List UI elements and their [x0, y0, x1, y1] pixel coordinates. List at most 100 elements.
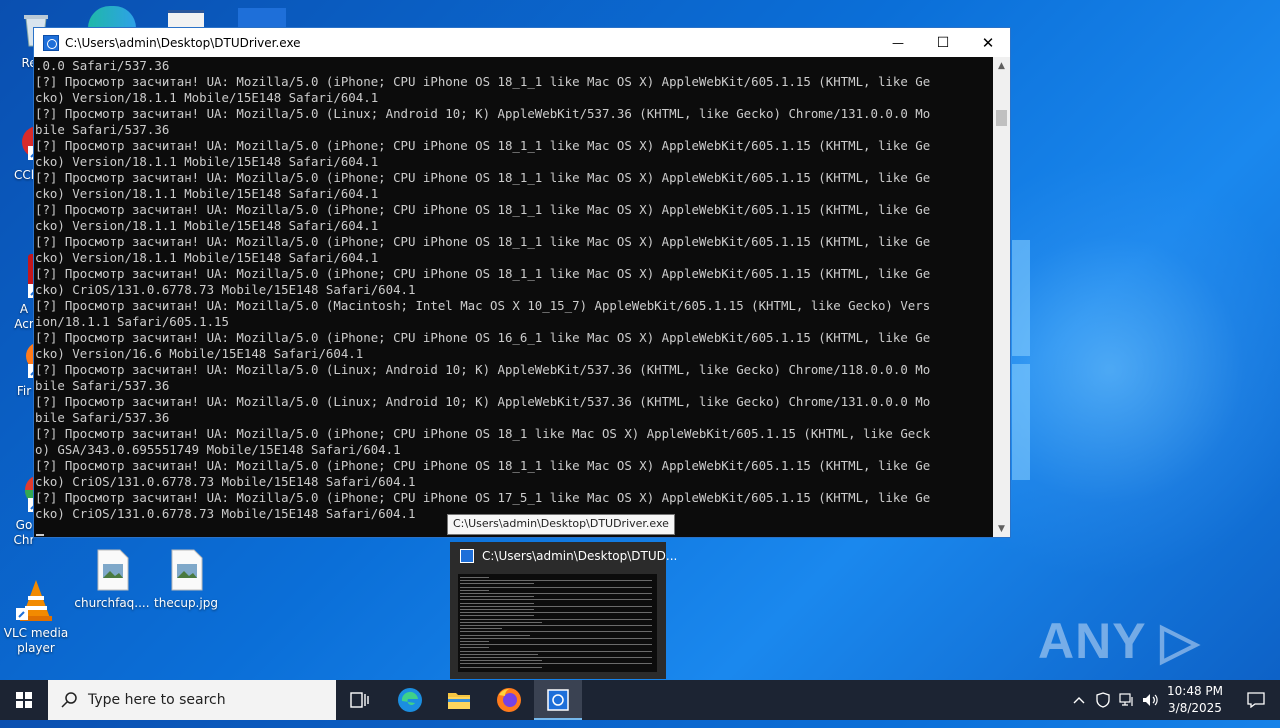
close-button[interactable]: ✕: [965, 28, 1011, 57]
preview-line: [460, 618, 652, 620]
preview-line: [460, 589, 489, 591]
windows-start-icon: [16, 692, 32, 708]
task-view-button[interactable]: [336, 680, 384, 720]
taskbar-edge-button[interactable]: [386, 680, 434, 720]
action-center-button[interactable]: [1232, 680, 1280, 720]
preview-line: [460, 637, 652, 639]
console-line: [?] Просмотр засчитан! UA: Mozilla/5.0 (…: [35, 330, 931, 345]
app-desktop-icon-partial[interactable]: [238, 8, 286, 28]
console-cursor: [36, 534, 44, 536]
scrollbar-thumb[interactable]: [996, 110, 1007, 126]
console-scrollbar[interactable]: ▲ ▼: [993, 57, 1010, 537]
desktop-icon-label: CCl: [13, 168, 35, 182]
console-app-icon[interactable]: [43, 34, 59, 51]
start-button[interactable]: [0, 680, 48, 720]
preview-line: [460, 641, 489, 642]
preview-line: [460, 634, 531, 636]
desktop-icon-label: VLC media player: [3, 626, 69, 655]
folder-icon: [448, 693, 470, 709]
search-placeholder: Type here to search: [88, 692, 226, 708]
preview-line: [460, 631, 652, 633]
minimize-button[interactable]: —: [875, 28, 921, 57]
taskbar-tooltip: C:\Users\admin\Desktop\DTUDriver.exe: [447, 514, 675, 535]
preview-title-row: C:\Users\admin\Desktop\DTUD...: [460, 549, 677, 563]
taskbar-firefox-button[interactable]: [485, 680, 533, 720]
tray-security-button[interactable]: [1092, 680, 1114, 720]
preview-line: [460, 660, 542, 662]
close-icon: ✕: [981, 33, 995, 52]
taskbar: Type here to search 10:48 PM 3/8/2025: [0, 680, 1280, 720]
tray-volume-button[interactable]: [1140, 680, 1162, 720]
console-line: ion/18.1.1 Safari/605.1.15: [35, 314, 229, 329]
desktop-icon-label: Go Chr: [13, 518, 35, 547]
scroll-up-icon[interactable]: ▲: [993, 57, 1010, 74]
console-line: cko) CriOS/131.0.6778.73 Mobile/15E148 S…: [35, 474, 416, 489]
network-icon: [1119, 693, 1133, 706]
preview-line: [460, 577, 489, 578]
preview-line: [460, 647, 489, 649]
preview-line: [460, 602, 534, 604]
console-line: cko) Version/18.1.1 Mobile/15E148 Safari…: [35, 218, 379, 233]
volume-icon: [1143, 694, 1158, 706]
console-line: [?] Просмотр засчитан! UA: Mozilla/5.0 (…: [35, 362, 931, 377]
desktop-icon-thecup[interactable]: thecup.jpg: [148, 548, 224, 611]
chevron-up-icon: [1073, 697, 1085, 704]
desktop-icon-churchfaq[interactable]: churchfaq....: [74, 548, 150, 611]
minimize-icon: —: [892, 35, 904, 50]
edge-icon: [398, 688, 422, 712]
console-line: [?] Просмотр засчитан! UA: Mozilla/5.0 (…: [35, 298, 931, 313]
taskbar-file-explorer-button[interactable]: [435, 680, 483, 720]
preview-line: [460, 666, 542, 668]
clock-date: 3/8/2025: [1168, 701, 1222, 715]
preview-line: [460, 644, 652, 646]
preview-line: [460, 599, 652, 601]
search-icon: [61, 692, 77, 708]
preview-line: [460, 612, 652, 614]
console-output[interactable]: .0.0 Safari/537.36 [?] Просмотр засчитан!…: [35, 58, 995, 536]
console-line: bile Safari/537.36: [35, 378, 170, 393]
console-line: [?] Просмотр засчитан! UA: Mozilla/5.0 (…: [35, 394, 931, 409]
tray-network-button[interactable]: [1116, 680, 1138, 720]
preview-line: [460, 657, 652, 658]
preview-title: C:\Users\admin\Desktop\DTUD...: [482, 549, 678, 563]
desktop-icon-label: thecup.jpg: [154, 596, 218, 610]
console-line: [?] Просмотр засчитан! UA: Mozilla/5.0 (…: [35, 426, 931, 441]
preview-line: [460, 605, 652, 607]
console-line: [?] Просмотр засчитан! UA: Mozilla/5.0 (…: [35, 266, 931, 281]
console-line: [?] Просмотр засчитан! UA: Mozilla/5.0 (…: [35, 74, 931, 89]
image-file-icon: [164, 548, 208, 592]
preview-line: [460, 653, 539, 655]
preview-line: [460, 615, 534, 617]
show-hidden-icons-button[interactable]: [1068, 680, 1090, 720]
console-app-icon: [547, 689, 569, 711]
preview-line: [460, 621, 542, 623]
taskbar-window-preview[interactable]: C:\Users\admin\Desktop\DTUD...: [450, 542, 677, 679]
console-line: [?] Просмотр засчитан! UA: Mozilla/5.0 (…: [35, 138, 931, 153]
taskbar-search-box[interactable]: Type here to search: [48, 680, 336, 720]
console-window[interactable]: C:\Users\admin\Desktop\DTUDriver.exe — ☐…: [33, 27, 1011, 538]
scroll-down-icon[interactable]: ▼: [993, 520, 1010, 537]
console-line: cko) Version/18.1.1 Mobile/15E148 Safari…: [35, 154, 379, 169]
console-titlebar[interactable]: C:\Users\admin\Desktop\DTUDriver.exe — ☐…: [34, 28, 1010, 57]
preview-line: [460, 593, 652, 594]
preview-line: [460, 628, 502, 630]
vlc-cone-icon: [14, 563, 58, 621]
console-line: o) GSA/343.0.695551749 Mobile/15E148 Saf…: [35, 442, 401, 457]
preview-thumbnail[interactable]: [458, 574, 657, 672]
taskbar-dtudriver-button[interactable]: [534, 680, 582, 720]
maximize-button[interactable]: ☐: [920, 28, 966, 57]
console-line: cko) Version/16.6 Mobile/15E148 Safari/6…: [35, 346, 364, 361]
desktop-icon-vlc[interactable]: VLC media player: [0, 548, 74, 656]
task-view-icon: [350, 692, 369, 708]
console-line: [?] Просмотр засчитан! UA: Mozilla/5.0 (…: [35, 202, 931, 217]
desktop-icon-label: Fir: [16, 384, 32, 398]
console-line: [?] Просмотр засчитан! UA: Mozilla/5.0 (…: [35, 490, 931, 505]
firefox-icon: [497, 688, 521, 712]
console-line: bile Safari/537.36: [35, 410, 170, 425]
taskbar-clock[interactable]: 10:48 PM 3/8/2025: [1160, 683, 1230, 717]
console-line: [?] Просмотр засчитан! UA: Mozilla/5.0 (…: [35, 234, 931, 249]
edge-desktop-icon-partial[interactable]: [88, 6, 136, 28]
console-line: cko) Version/18.1.1 Mobile/15E148 Safari…: [35, 250, 379, 265]
console-line: [?] Просмотр засчитан! UA: Mozilla/5.0 (…: [35, 170, 931, 185]
console-line: [?] Просмотр засчитан! UA: Mozilla/5.0 (…: [35, 458, 931, 473]
